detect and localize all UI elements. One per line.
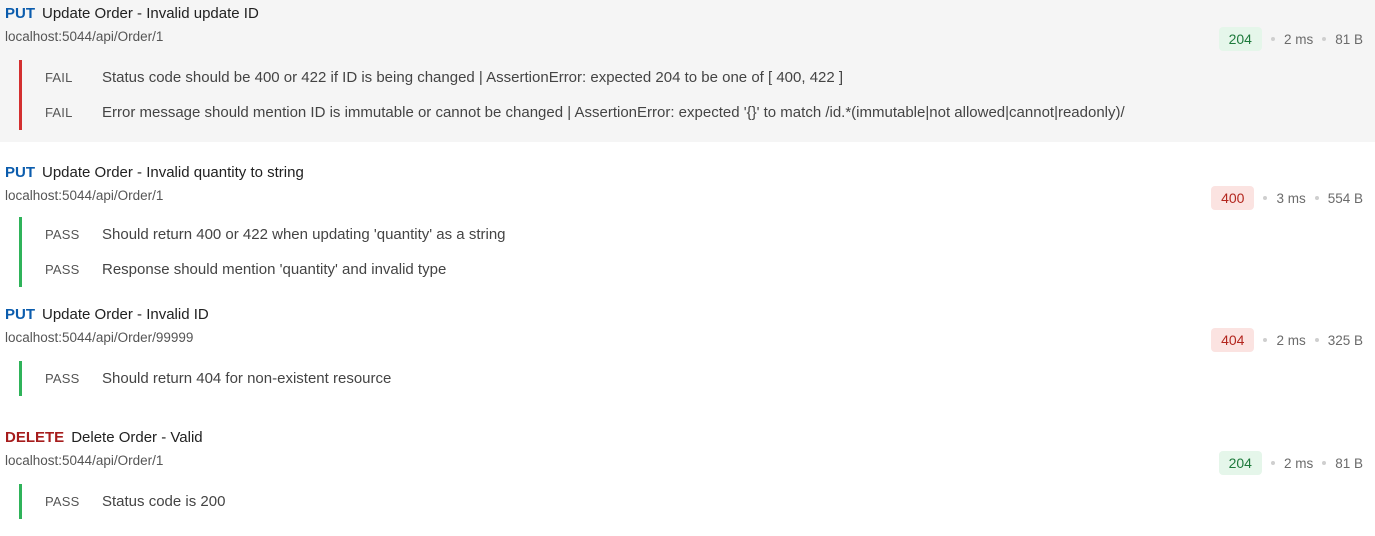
request-header[interactable]: PUT Update Order - Invalid update ID loca…	[0, 0, 1375, 54]
request-name[interactable]: Delete Order - Valid	[71, 429, 202, 446]
test-description: Response should mention 'quantity' and i…	[102, 261, 447, 278]
response-size: 81 B	[1335, 455, 1363, 471]
test-status: FAIL	[45, 70, 73, 85]
test-description: Status code should be 400 or 422 if ID i…	[102, 69, 844, 86]
separator-dot	[1314, 196, 1319, 200]
test-results: FAIL Status code should be 400 or 422 if…	[19, 60, 1375, 130]
separator-dot	[1263, 196, 1268, 200]
status-badge: 400	[1211, 186, 1255, 210]
test-description: Status code is 200	[102, 493, 226, 510]
request-item[interactable]: PUT Update Order - Invalid ID localhost:5…	[0, 301, 1375, 424]
response-time: 2 ms	[1276, 332, 1306, 348]
test-result-row: PASS Response should mention 'quantity' …	[45, 252, 1375, 287]
test-status: FAIL	[45, 105, 73, 120]
request-header[interactable]: DELETE Delete Order - Valid localhost:504…	[0, 424, 1375, 478]
response-time: 3 ms	[1276, 190, 1306, 206]
request-url: localhost:5044/api/Order/1	[5, 453, 164, 468]
method-label: DELETE	[5, 429, 65, 446]
separator-dot	[1322, 37, 1327, 41]
test-status: PASS	[45, 227, 80, 242]
response-meta: 204 2 ms 81 B	[1218, 27, 1363, 51]
separator-dot	[1322, 461, 1327, 465]
response-size: 325 B	[1327, 332, 1363, 348]
status-badge: 204	[1218, 27, 1262, 51]
method-label: PUT	[5, 306, 35, 323]
request-title: PUT Update Order - Invalid quantity to st…	[5, 164, 304, 182]
request-title: DELETE Delete Order - Valid	[5, 429, 203, 447]
response-meta: 404 2 ms 325 B	[1211, 328, 1363, 352]
separator-dot	[1270, 461, 1275, 465]
pass-indicator-bar	[19, 361, 22, 396]
test-description: Error message should mention ID is immut…	[102, 104, 1125, 121]
test-results: PASS Should return 400 or 422 when updat…	[19, 217, 1375, 287]
test-description: Should return 400 or 422 when updating '…	[102, 226, 506, 243]
test-result-row: FAIL Status code should be 400 or 422 if…	[45, 60, 1375, 95]
pass-indicator-bar	[19, 217, 22, 287]
pass-indicator-bar	[19, 484, 22, 519]
request-title: PUT Update Order - Invalid update ID	[5, 5, 259, 23]
request-item[interactable]: DELETE Delete Order - Valid localhost:504…	[0, 424, 1375, 536]
test-result-row: PASS Should return 404 for non-existent …	[45, 361, 1375, 396]
separator-dot	[1263, 338, 1268, 342]
request-item[interactable]: PUT Update Order - Invalid update ID loca…	[0, 0, 1375, 142]
test-result-row: PASS Should return 400 or 422 when updat…	[45, 217, 1375, 252]
response-time: 2 ms	[1283, 455, 1314, 471]
response-meta: 204 2 ms 81 B	[1218, 451, 1363, 475]
request-url: localhost:5044/api/Order/99999	[5, 330, 194, 345]
test-status: PASS	[45, 494, 80, 509]
request-header[interactable]: PUT Update Order - Invalid ID localhost:5…	[0, 301, 1375, 355]
request-name[interactable]: Update Order - Invalid update ID	[42, 5, 259, 22]
response-meta: 400 3 ms 554 B	[1211, 186, 1363, 210]
test-status: PASS	[45, 262, 80, 277]
status-badge: 204	[1218, 451, 1262, 475]
request-name[interactable]: Update Order - Invalid ID	[42, 306, 209, 323]
request-title: PUT Update Order - Invalid ID	[5, 306, 209, 324]
request-item[interactable]: PUT Update Order - Invalid quantity to st…	[0, 142, 1375, 301]
test-status: PASS	[45, 371, 80, 386]
request-url: localhost:5044/api/Order/1	[5, 29, 164, 44]
test-result-row: PASS Status code is 200	[45, 484, 1375, 519]
status-badge: 404	[1211, 328, 1255, 352]
response-size: 81 B	[1335, 31, 1363, 47]
test-results: PASS Status code is 200	[19, 484, 1375, 519]
method-label: PUT	[5, 164, 35, 181]
test-result-row: FAIL Error message should mention ID is …	[45, 95, 1375, 130]
request-name[interactable]: Update Order - Invalid quantity to strin…	[42, 164, 304, 181]
request-url: localhost:5044/api/Order/1	[5, 188, 164, 203]
separator-dot	[1270, 37, 1275, 41]
response-size: 554 B	[1327, 190, 1363, 206]
separator-dot	[1314, 338, 1319, 342]
fail-indicator-bar	[19, 60, 22, 130]
method-label: PUT	[5, 5, 35, 22]
test-description: Should return 404 for non-existent resou…	[102, 370, 392, 387]
test-results: PASS Should return 404 for non-existent …	[19, 361, 1375, 396]
response-time: 2 ms	[1283, 31, 1314, 47]
request-header[interactable]: PUT Update Order - Invalid quantity to st…	[0, 159, 1375, 213]
